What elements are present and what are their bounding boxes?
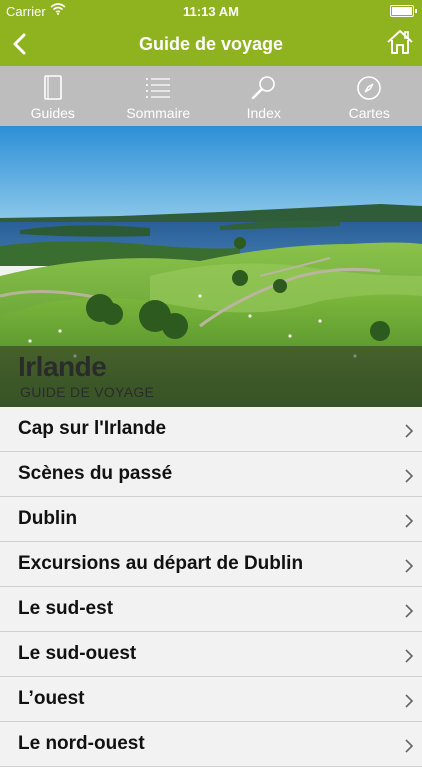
chevron-right-icon	[404, 648, 414, 664]
hero-banner[interactable]: Irlande GUIDE DE VOYAGE	[0, 126, 422, 407]
home-button[interactable]	[386, 28, 414, 56]
list-icon	[144, 74, 172, 102]
tab-guides-label: Guides	[31, 105, 75, 121]
tab-cartes-label: Cartes	[349, 105, 390, 121]
chapter-list: Cap sur l'Irlande Scènes du passé Dublin…	[0, 407, 422, 767]
status-time: 11:13 AM	[0, 4, 422, 19]
tab-cartes[interactable]: Cartes	[317, 66, 422, 126]
list-item-label: Dublin	[18, 508, 77, 530]
list-item[interactable]: Scènes du passé	[0, 452, 422, 497]
list-item[interactable]: Le sud-ouest	[0, 632, 422, 677]
book-icon	[39, 74, 67, 102]
hero-caption: Irlande GUIDE DE VOYAGE	[0, 346, 422, 407]
list-item-label: Le sud-est	[18, 598, 113, 620]
chevron-right-icon	[404, 693, 414, 709]
page-title: Guide de voyage	[60, 34, 362, 55]
chevron-right-icon	[404, 603, 414, 619]
tab-sommaire[interactable]: Sommaire	[106, 66, 212, 126]
chevron-left-icon	[8, 28, 32, 60]
list-item[interactable]: Le sud-est	[0, 587, 422, 632]
list-item-label: Excursions au départ de Dublin	[18, 553, 303, 575]
guide-title: Irlande	[18, 351, 106, 383]
compass-icon	[355, 74, 383, 102]
list-item-label: Cap sur l'Irlande	[18, 418, 166, 440]
chevron-right-icon	[404, 423, 414, 439]
list-item[interactable]: Le nord-ouest	[0, 722, 422, 767]
tab-guides[interactable]: Guides	[0, 66, 106, 126]
chevron-right-icon	[404, 468, 414, 484]
list-item[interactable]: Dublin	[0, 497, 422, 542]
home-icon	[386, 28, 414, 56]
list-item[interactable]: Excursions au départ de Dublin	[0, 542, 422, 587]
tab-bar: Guides Sommaire Index Cartes	[0, 66, 422, 126]
navigation-bar: Guide de voyage	[0, 22, 422, 66]
magnifier-icon	[250, 74, 278, 102]
list-item[interactable]: Cap sur l'Irlande	[0, 407, 422, 452]
list-item-label: L’ouest	[18, 688, 85, 710]
status-bar: Carrier 11:13 AM	[0, 0, 422, 22]
list-item-label: Le nord-ouest	[18, 733, 145, 755]
guide-subtitle: GUIDE DE VOYAGE	[20, 384, 154, 400]
chevron-right-icon	[404, 558, 414, 574]
list-item-label: Le sud-ouest	[18, 643, 136, 665]
back-button[interactable]	[8, 28, 32, 60]
tab-index[interactable]: Index	[211, 66, 317, 126]
chevron-right-icon	[404, 513, 414, 529]
tab-sommaire-label: Sommaire	[126, 105, 190, 121]
list-item[interactable]: L’ouest	[0, 677, 422, 722]
battery-icon	[390, 5, 414, 17]
tab-index-label: Index	[247, 105, 281, 121]
list-item-label: Scènes du passé	[18, 463, 172, 485]
chevron-right-icon	[404, 738, 414, 754]
